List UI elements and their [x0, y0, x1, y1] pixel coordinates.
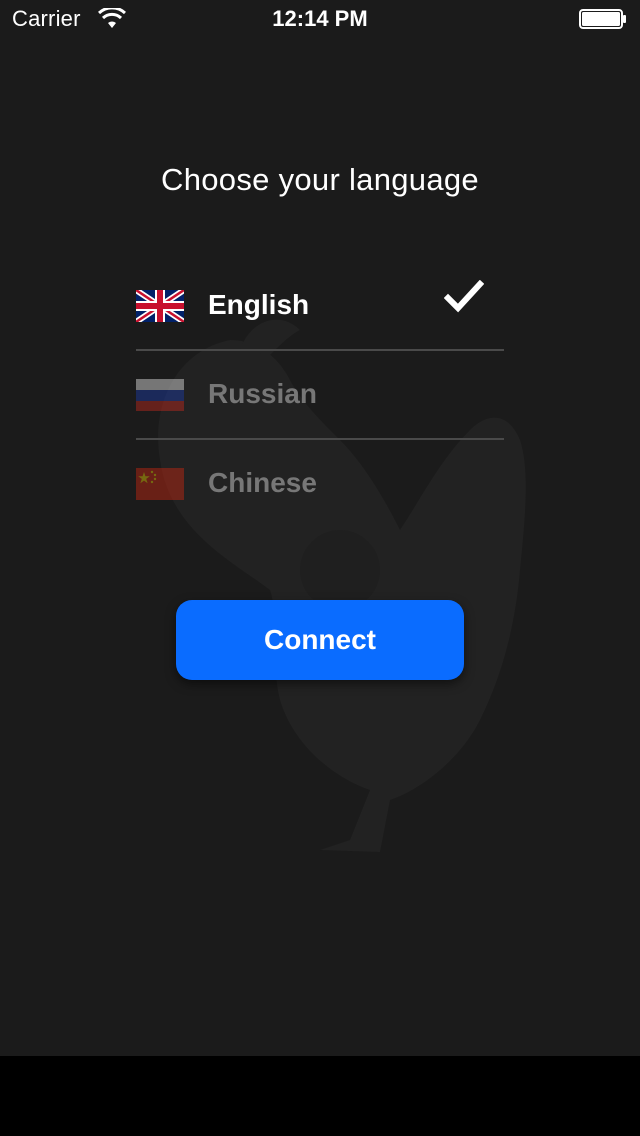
language-list: English Russian Chinese: [136, 262, 504, 527]
clock-label: 12:14 PM: [272, 6, 368, 31]
status-bar: Carrier 12:14 PM: [0, 0, 640, 40]
language-option-russian[interactable]: Russian: [136, 351, 504, 440]
battery-icon: [579, 9, 626, 29]
checkmark-icon: [444, 280, 484, 313]
language-label: Russian: [208, 378, 317, 409]
language-option-english[interactable]: English: [136, 262, 504, 351]
language-label: English: [208, 289, 310, 320]
language-screen: Carrier 12:14 PM Choose your language En…: [0, 0, 640, 1056]
language-option-chinese[interactable]: Chinese: [136, 440, 504, 527]
page-title: Choose your language: [161, 162, 479, 197]
connect-button[interactable]: Connect: [176, 600, 464, 680]
bottom-bar: [0, 1056, 640, 1136]
china-flag-icon: [136, 468, 184, 500]
russia-flag-icon: [136, 379, 184, 411]
uk-flag-icon: [136, 290, 184, 322]
language-label: Chinese: [208, 467, 317, 498]
